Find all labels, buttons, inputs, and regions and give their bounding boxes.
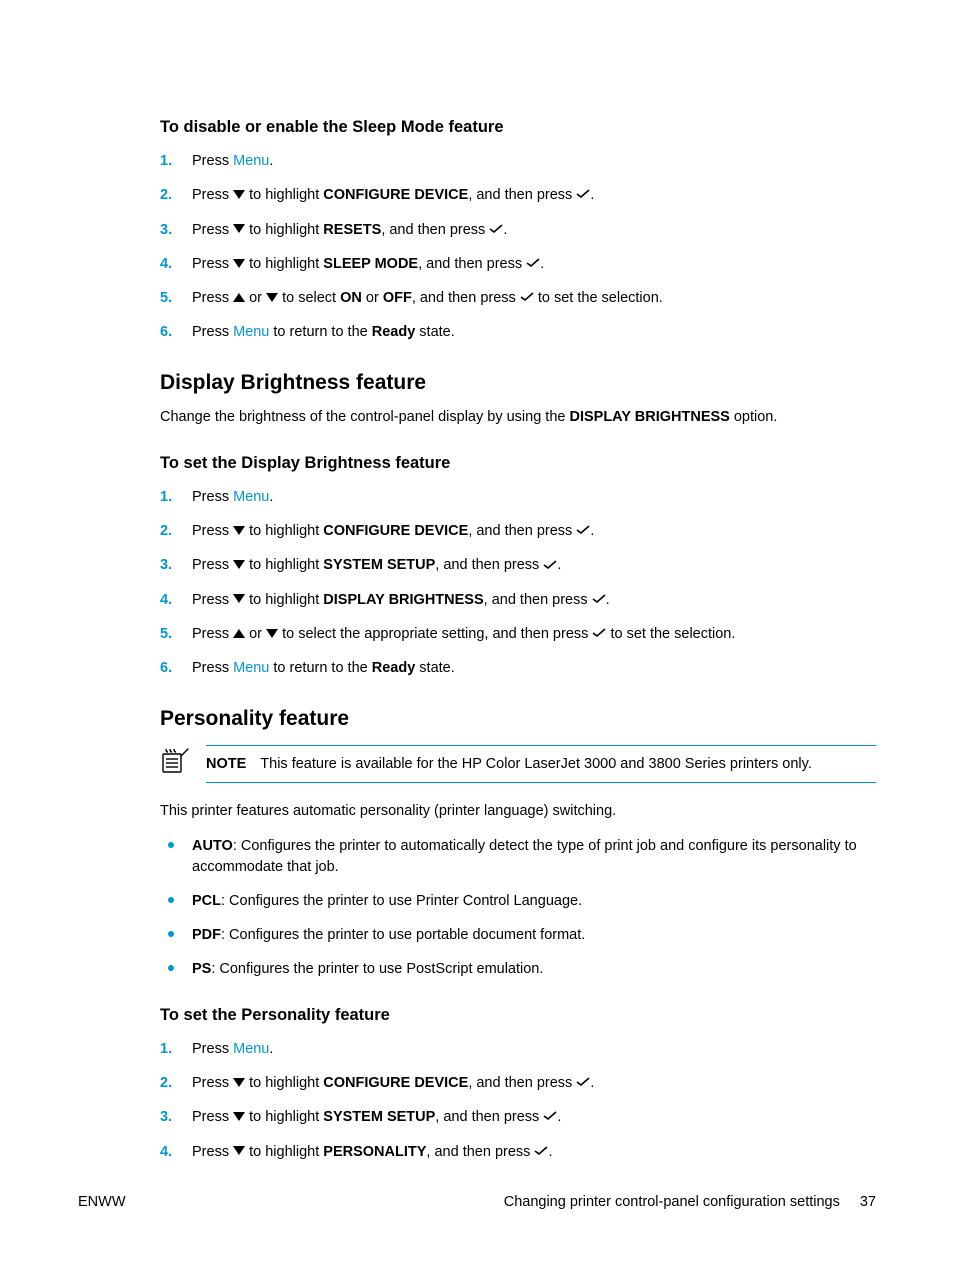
heading-sleep-mode: To disable or enable the Sleep Mode feat… [160, 118, 876, 137]
step-item: 4.Press to highlight DISPLAY BRIGHTNESS,… [160, 590, 876, 610]
down-arrow-icon [233, 1078, 245, 1087]
check-icon [526, 258, 540, 268]
check-icon [534, 1146, 548, 1156]
subheading-personality: To set the Personality feature [160, 1006, 876, 1025]
subheading-display-brightness: To set the Display Brightness feature [160, 454, 876, 473]
step-number: 4. [160, 1142, 172, 1162]
step-number: 4. [160, 590, 172, 610]
bullet-dot-icon [168, 897, 174, 903]
heading-personality: Personality feature [160, 707, 876, 731]
step-number: 5. [160, 288, 172, 308]
step-item: 3.Press to highlight RESETS, and then pr… [160, 220, 876, 240]
heading-display-brightness: Display Brightness feature [160, 371, 876, 395]
step-number: 6. [160, 658, 172, 678]
note-icon [160, 747, 190, 779]
note-text: This feature is available for the HP Col… [260, 756, 812, 772]
step-item: 3.Press to highlight SYSTEM SETUP, and t… [160, 555, 876, 575]
footer-left: ENWW [78, 1194, 126, 1210]
down-arrow-icon [233, 1146, 245, 1155]
bullet-item: AUTO: Configures the printer to automati… [160, 836, 876, 878]
down-arrow-icon [233, 594, 245, 603]
step-item: 3.Press to highlight SYSTEM SETUP, and t… [160, 1107, 876, 1127]
step-item: 5.Press or to select ON or OFF, and then… [160, 288, 876, 308]
menu-link: Menu [233, 1041, 269, 1057]
check-icon [520, 292, 534, 302]
page-number: 37 [860, 1194, 876, 1210]
step-number: 1. [160, 151, 172, 171]
check-icon [576, 189, 590, 199]
step-number: 4. [160, 254, 172, 274]
down-arrow-icon [233, 560, 245, 569]
menu-link: Menu [233, 153, 269, 169]
bullet-item: PS: Configures the printer to use PostSc… [160, 959, 876, 980]
page-footer: ENWW Changing printer control-panel conf… [78, 1194, 876, 1210]
step-number: 2. [160, 521, 172, 541]
bullets-personality: AUTO: Configures the printer to automati… [160, 836, 876, 980]
menu-link: Menu [233, 324, 269, 340]
check-icon [489, 224, 503, 234]
down-arrow-icon [233, 224, 245, 233]
check-icon [576, 525, 590, 535]
down-arrow-icon [233, 1112, 245, 1121]
step-item: 6.Press Menu to return to the Ready stat… [160, 322, 876, 342]
step-item: 1.Press Menu. [160, 1039, 876, 1059]
step-item: 2.Press to highlight CONFIGURE DEVICE, a… [160, 1073, 876, 1093]
menu-link: Menu [233, 660, 269, 676]
step-number: 3. [160, 1107, 172, 1127]
note-label: NOTE [206, 756, 246, 772]
check-icon [576, 1077, 590, 1087]
down-arrow-icon [233, 526, 245, 535]
check-icon [543, 560, 557, 570]
step-number: 1. [160, 1039, 172, 1059]
step-item: 4.Press to highlight SLEEP MODE, and the… [160, 254, 876, 274]
down-arrow-icon [233, 259, 245, 268]
step-number: 1. [160, 487, 172, 507]
bullet-item: PDF: Configures the printer to use porta… [160, 925, 876, 946]
bullet-dot-icon [168, 965, 174, 971]
up-arrow-icon [233, 293, 245, 302]
step-item: 1.Press Menu. [160, 487, 876, 507]
bullet-dot-icon [168, 842, 174, 848]
step-number: 2. [160, 1073, 172, 1093]
down-arrow-icon [266, 629, 278, 638]
intro-personality: This printer features automatic personal… [160, 801, 876, 822]
steps-personality: 1.Press Menu. 2.Press to highlight CONFIG… [160, 1039, 876, 1162]
step-number: 5. [160, 624, 172, 644]
bullet-dot-icon [168, 931, 174, 937]
step-item: 2.Press to highlight CONFIGURE DEVICE, a… [160, 185, 876, 205]
bullet-item: PCL: Configures the printer to use Print… [160, 891, 876, 912]
check-icon [592, 594, 606, 604]
document-page: To disable or enable the Sleep Mode feat… [0, 0, 954, 1270]
step-number: 6. [160, 322, 172, 342]
step-item: 4.Press to highlight PERSONALITY, and th… [160, 1142, 876, 1162]
step-number: 3. [160, 555, 172, 575]
step-item: 6.Press Menu to return to the Ready stat… [160, 658, 876, 678]
down-arrow-icon [233, 190, 245, 199]
step-item: 2.Press to highlight CONFIGURE DEVICE, a… [160, 521, 876, 541]
check-icon [592, 628, 606, 638]
check-icon [543, 1111, 557, 1121]
steps-sleep-mode: 1.Press Menu. 2.Press to highlight CONFIG… [160, 151, 876, 343]
note-box: NOTE This feature is available for the HP… [160, 745, 876, 783]
note-content: NOTE This feature is available for the HP… [206, 745, 876, 783]
step-item: 1.Press Menu. [160, 151, 876, 171]
step-number: 2. [160, 185, 172, 205]
steps-display-brightness: 1.Press Menu. 2.Press to highlight CONFIG… [160, 487, 876, 679]
step-item: 5.Press or to select the appropriate set… [160, 624, 876, 644]
down-arrow-icon [266, 293, 278, 302]
footer-right: Changing printer control-panel configura… [504, 1194, 876, 1210]
menu-link: Menu [233, 489, 269, 505]
intro-display-brightness: Change the brightness of the control-pan… [160, 407, 876, 428]
step-number: 3. [160, 220, 172, 240]
up-arrow-icon [233, 629, 245, 638]
